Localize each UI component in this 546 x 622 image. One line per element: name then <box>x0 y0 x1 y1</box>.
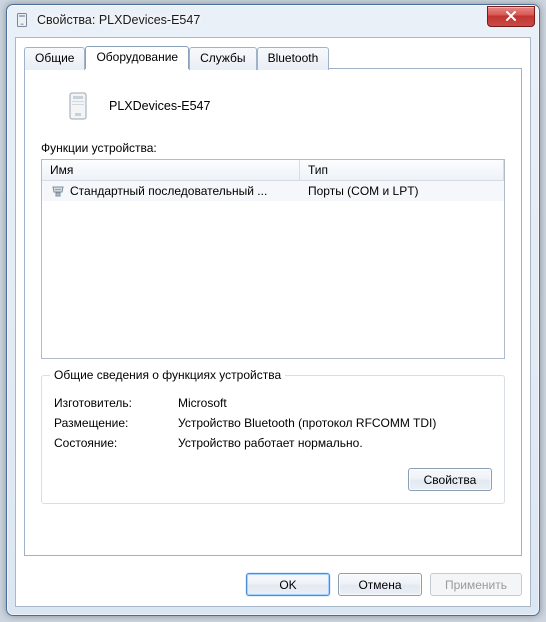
system-menu-icon[interactable] <box>15 12 31 28</box>
cancel-button[interactable]: Отмена <box>338 573 422 596</box>
device-functions-label: Функции устройства: <box>41 141 505 155</box>
column-name[interactable]: Имя <box>42 160 300 180</box>
close-button[interactable] <box>487 6 535 27</box>
list-header: Имя Тип <box>42 160 504 181</box>
tabstrip: Общие Оборудование Службы Bluetooth <box>24 46 522 69</box>
device-icon <box>61 89 95 123</box>
status-label: Состояние: <box>54 436 178 450</box>
list-item-type: Порты (COM и LPT) <box>300 182 504 200</box>
status-value: Устройство работает нормально. <box>178 436 492 450</box>
tab-hardware[interactable]: Оборудование <box>85 46 189 69</box>
manufacturer-value: Microsoft <box>178 396 492 410</box>
device-details-group: Общие сведения о функциях устройства Изг… <box>41 375 505 504</box>
tab-bluetooth[interactable]: Bluetooth <box>257 47 330 70</box>
close-icon <box>505 11 517 21</box>
properties-button[interactable]: Свойства <box>408 468 492 491</box>
device-functions-list[interactable]: Имя Тип <box>41 159 505 359</box>
column-type[interactable]: Тип <box>300 160 504 180</box>
titlebar[interactable]: Свойства: PLXDevices-E547 <box>7 5 539 35</box>
manufacturer-label: Изготовитель: <box>54 396 178 410</box>
location-label: Размещение: <box>54 416 178 430</box>
apply-button[interactable]: Применить <box>430 573 522 596</box>
dialog-buttons: OK Отмена Применить <box>24 573 522 596</box>
location-value: Устройство Bluetooth (протокол RFCOMM TD… <box>178 416 492 430</box>
device-name: PLXDevices-E547 <box>109 99 210 113</box>
tab-services[interactable]: Службы <box>189 47 256 70</box>
details-title: Общие сведения о функциях устройства <box>50 368 285 382</box>
port-icon <box>50 183 66 199</box>
list-item[interactable]: Стандартный последовательный ... Порты (… <box>42 181 504 201</box>
device-header: PLXDevices-E547 <box>61 89 505 123</box>
window-title: Свойства: PLXDevices-E547 <box>37 13 487 27</box>
list-item-name: Стандартный последовательный ... <box>70 184 267 198</box>
ok-button[interactable]: OK <box>246 573 330 596</box>
tab-panel-hardware: PLXDevices-E547 Функции устройства: Имя … <box>24 68 522 556</box>
tab-general[interactable]: Общие <box>24 47 85 70</box>
properties-window: Свойства: PLXDevices-E547 Общие Оборудов… <box>6 4 540 616</box>
client-area: Общие Оборудование Службы Bluetooth PLXD… <box>15 37 531 607</box>
